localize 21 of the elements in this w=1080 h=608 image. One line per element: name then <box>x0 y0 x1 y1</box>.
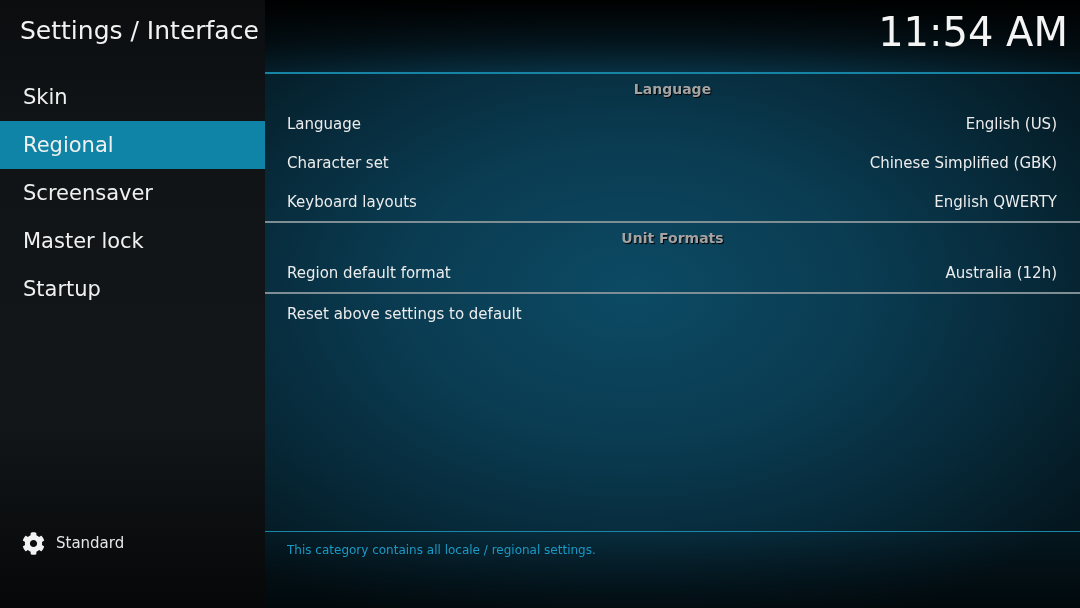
gear-icon <box>22 531 45 555</box>
sidebar-item[interactable]: Regional <box>0 121 265 169</box>
setting-value: Chinese Simplified (GBK) <box>869 153 1057 172</box>
setting-label[interactable]: Language <box>287 114 362 133</box>
sidebar-item[interactable]: Skin <box>0 73 265 121</box>
sidebar-item[interactable]: Startup <box>0 265 265 313</box>
settings-level-button[interactable]: Standard <box>22 530 125 556</box>
setting-label[interactable]: Character set <box>287 153 389 172</box>
setting-value: English (US) <box>965 114 1057 133</box>
page-title: Settings / Interface <box>20 15 259 45</box>
section-heading: Unit Formats <box>621 230 724 246</box>
section-heading: Language <box>633 81 712 97</box>
setting-value: English QWERTY <box>934 192 1057 211</box>
reset-setting[interactable]: Reset above settings to default <box>287 305 522 323</box>
category-description: This category contains all locale / regional settings. <box>287 543 596 557</box>
sidebar-item[interactable]: Master lock <box>0 217 265 265</box>
setting-label[interactable]: Region default format <box>287 263 451 282</box>
clock: 11:54 AM <box>878 9 1068 55</box>
setting-value: Australia (12h) <box>945 263 1057 282</box>
sidebar-item[interactable]: Screensaver <box>0 169 265 217</box>
setting-label[interactable]: Keyboard layouts <box>287 192 417 211</box>
